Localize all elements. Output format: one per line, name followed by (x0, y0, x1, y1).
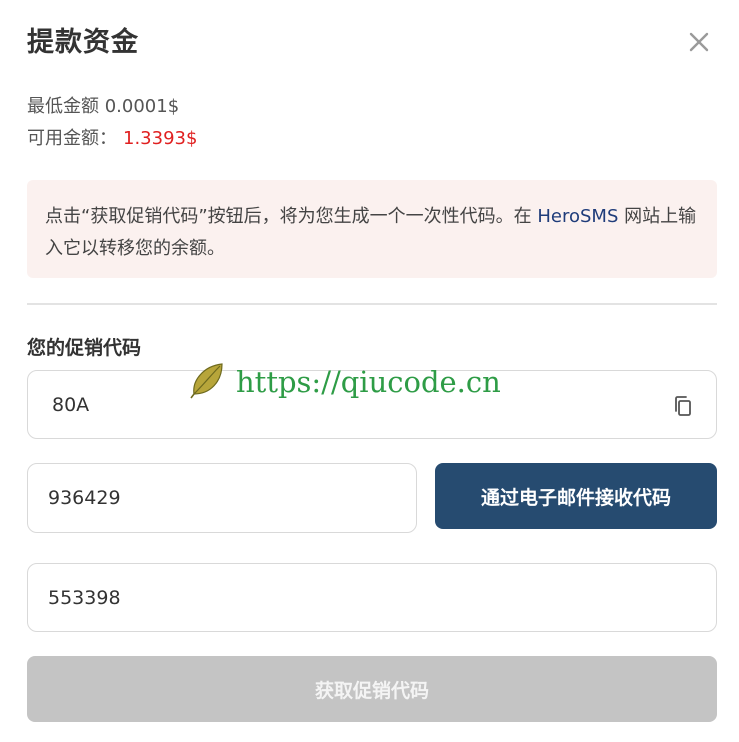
email-code-field[interactable] (27, 463, 417, 533)
second-code-input[interactable] (46, 585, 653, 610)
promo-code-label: 您的促销代码 (27, 337, 142, 359)
watermark: https://qiucode.cn (190, 360, 501, 404)
watermark-text: https://qiucode.cn (236, 365, 501, 399)
close-icon[interactable] (685, 28, 713, 56)
notice-brand: HeroSMS (537, 206, 619, 227)
available-label: 可用金额： (27, 128, 117, 149)
get-promo-code-button[interactable]: 获取促销代码 (27, 656, 717, 722)
notice-text-before: 点击“获取促销代码”按钮后，将为您生成一个一次性代码。在 (45, 206, 538, 227)
divider (27, 303, 717, 305)
leaf-icon (190, 360, 226, 404)
copy-icon[interactable] (672, 395, 694, 417)
available-amount: 可用金额： 1.3393$ (27, 124, 197, 150)
withdraw-funds-modal: 提款资金 最低金额 0.0001$ 可用金额： 1.3393$ 点击“获取促销代码… (0, 0, 739, 742)
promo-code-value: 80A (52, 393, 90, 416)
info-notice: 点击“获取促销代码”按钮后，将为您生成一个一次性代码。在 HeroSMS 网站上… (27, 180, 717, 278)
email-code-input[interactable] (46, 486, 383, 510)
available-value: 1.3393$ (123, 128, 198, 149)
modal-title: 提款资金 (27, 27, 139, 58)
receive-code-by-email-button[interactable]: 通过电子邮件接收代码 (435, 463, 717, 529)
min-amount: 最低金额 0.0001$ (27, 96, 180, 117)
second-code-field[interactable] (27, 563, 717, 632)
